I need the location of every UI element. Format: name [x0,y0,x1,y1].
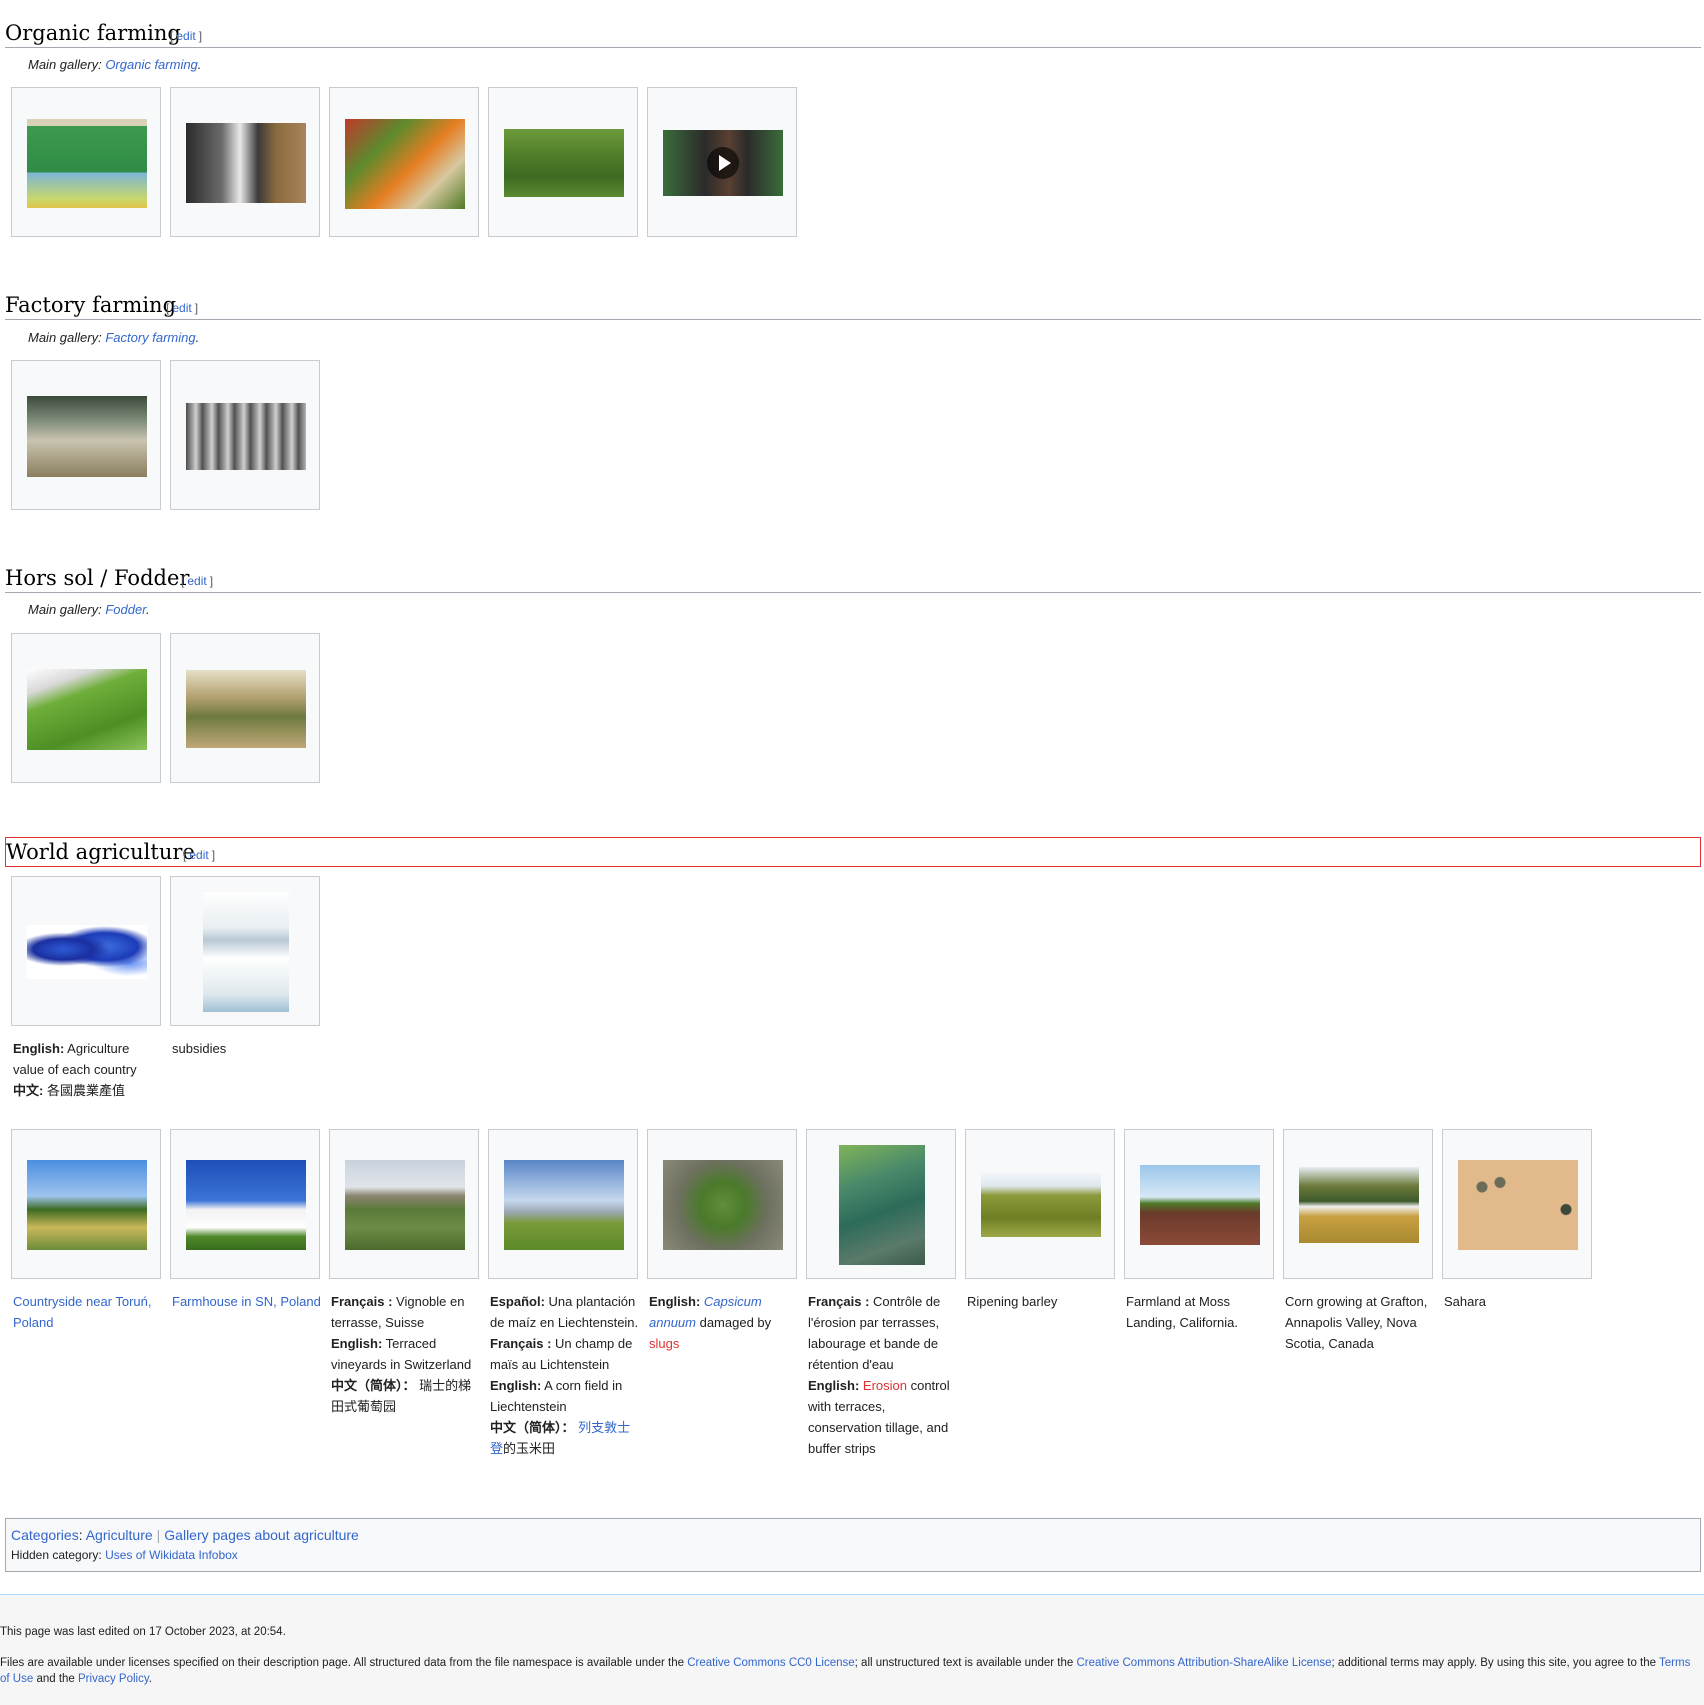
torun-countryside-image[interactable] [27,1160,147,1250]
gallery-thumb-vegetables[interactable] [329,87,479,237]
poultry-barn-image[interactable] [27,396,147,477]
caption-farmhouse: Farmhouse in SN, Poland [172,1291,322,1312]
subsidies-document-image[interactable] [203,892,289,1012]
edit-link[interactable]: edit [172,301,191,315]
last-edited: This page was last edited on 17 October … [0,1626,286,1638]
video-pharmacy-image[interactable] [663,130,783,196]
gallery-thumb-fodder-bicycle[interactable] [170,633,320,783]
heading-factory-farming: Factory farming [edit] [5,290,1701,320]
caption-redlink[interactable]: Erosion [863,1378,907,1393]
caption-moss-landing: Farmland at Moss Landing, California. [1126,1294,1239,1330]
gallery-thumb-vineyard[interactable] [329,1129,479,1279]
corn-field-image[interactable] [504,1160,624,1250]
edit-section: [edit] [170,29,203,43]
category-separator: | [156,1527,161,1543]
cows-barn-image[interactable] [186,123,306,203]
normal-categories: Categories: Agriculture | Gallery pages ab… [11,1527,359,1543]
caption-grafton: Corn growing at Grafton, Annapolis Valle… [1285,1294,1428,1351]
gallery-thumb-moss-landing[interactable] [1124,1129,1274,1279]
cc-by-sa-license-link[interactable]: Creative Commons Attribution-ShareAlike … [1076,1657,1331,1669]
gallery-thumb-sahara[interactable] [1442,1129,1592,1279]
heading-organic-farming: Organic farming [edit] [5,18,1701,48]
gallery-thumb-hydroponic-fodder[interactable] [11,633,161,783]
section-title: World agriculture [6,840,195,864]
caption-link[interactable]: Countryside near Toruń, Poland [13,1294,152,1330]
caption-link[interactable]: Farmhouse in SN, Poland [172,1294,321,1309]
caption-redlink[interactable]: slugs [649,1336,679,1351]
edit-section: [edit] [183,848,216,862]
gallery-thumb-poultry-barn[interactable] [11,360,161,510]
edit-section: [edit] [166,301,199,315]
main-gallery-link[interactable]: Organic farming [105,57,197,72]
grafton-corn-image[interactable] [1299,1167,1419,1243]
gallery-thumb-tea-pickers[interactable] [488,87,638,237]
world-agriculture-map-image[interactable] [27,925,147,979]
ripening-barley-image[interactable] [981,1173,1101,1237]
gallery-thumb-barley[interactable] [965,1129,1115,1279]
gallery-thumb-farmhouse[interactable] [170,1129,320,1279]
hatnote: Main gallery: Factory farming. [28,330,200,345]
gallery-thumb-corn-field[interactable] [488,1129,638,1279]
heading-fodder: Hors sol / Fodder [edit] [5,563,1701,593]
capsicum-leaves-image[interactable] [663,1160,783,1250]
terraced-vineyard-image[interactable] [345,1160,465,1250]
caption-world-map: English: Agriculture value of each count… [13,1041,137,1098]
hatnote: Main gallery: Fodder. [28,602,150,617]
tea-pickers-image[interactable] [504,129,624,197]
hidden-categories: Hidden category: Uses of Wikidata Infobo… [11,1548,238,1562]
edit-link[interactable]: edit [187,574,206,588]
category-links: Categories: Agriculture | Gallery pages ab… [5,1518,1701,1572]
gallery-thumb-capsicum[interactable] [647,1129,797,1279]
sahara-satellite-image[interactable] [1458,1160,1578,1250]
hidden-category-link[interactable]: Uses of Wikidata Infobox [105,1548,238,1562]
gallery-thumb-ab-label[interactable] [11,87,161,237]
moss-landing-farmland-image[interactable] [1140,1165,1260,1245]
farmhouse-image[interactable] [186,1160,306,1250]
gallery-thumb-erosion[interactable] [806,1129,956,1279]
privacy-policy-link[interactable]: Privacy Policy [78,1673,149,1685]
category-link-agriculture[interactable]: Agriculture [86,1527,153,1543]
caption-corn: Español: Una plantación de maíz en Liech… [490,1294,639,1456]
erosion-control-image[interactable] [839,1145,925,1265]
gallery-thumb-pig-stalls[interactable] [170,360,320,510]
caption-erosion: Français : Contrôle de l'érosion par ter… [808,1294,950,1456]
gallery-thumb-grafton[interactable] [1283,1129,1433,1279]
page-footer: This page was last edited on 17 October … [0,1594,1704,1705]
gallery-thumb-world-map[interactable] [11,876,161,1026]
license-text: Files are available under licenses speci… [0,1657,1691,1685]
cc0-license-link[interactable]: Creative Commons CC0 License [687,1657,854,1669]
section-title: Factory farming [5,293,177,317]
caption-vineyard: Français : Vignoble en terrasse, Suisse … [331,1294,472,1414]
play-icon[interactable] [707,147,739,179]
main-gallery-link[interactable]: Fodder [105,602,146,617]
section-title: Organic farming [5,21,181,45]
hydroponic-fodder-image[interactable] [27,669,147,750]
gallery-thumb-video[interactable] [647,87,797,237]
category-link-gallery-pages[interactable]: Gallery pages about agriculture [164,1527,359,1543]
edit-link[interactable]: edit [189,848,208,862]
gallery-thumb-cows[interactable] [170,87,320,237]
gallery-thumb-subsidies[interactable] [170,876,320,1026]
caption-barley: Ripening barley [967,1294,1058,1309]
main-gallery-link[interactable]: Factory farming [105,330,195,345]
hatnote: Main gallery: Organic farming. [28,57,202,72]
caption-subsidies: subsidies [172,1041,227,1056]
fodder-bicycle-image[interactable] [186,670,306,748]
heading-world-agriculture: World agriculture [edit] [5,837,1701,867]
ab-organic-label-image[interactable] [27,119,147,208]
caption-capsicum: English: Capsicum annuum damaged by slug… [649,1294,772,1351]
categories-label-link[interactable]: Categories [11,1527,79,1543]
edit-section: [edit] [181,574,214,588]
edit-link[interactable]: edit [176,29,195,43]
caption-sahara: Sahara [1444,1294,1486,1309]
section-title: Hors sol / Fodder [5,566,190,590]
gallery-thumb-torun[interactable] [11,1129,161,1279]
caption-torun: Countryside near Toruń, Poland [13,1291,163,1333]
pig-stalls-image[interactable] [186,403,306,470]
vegetables-image[interactable] [345,119,465,209]
